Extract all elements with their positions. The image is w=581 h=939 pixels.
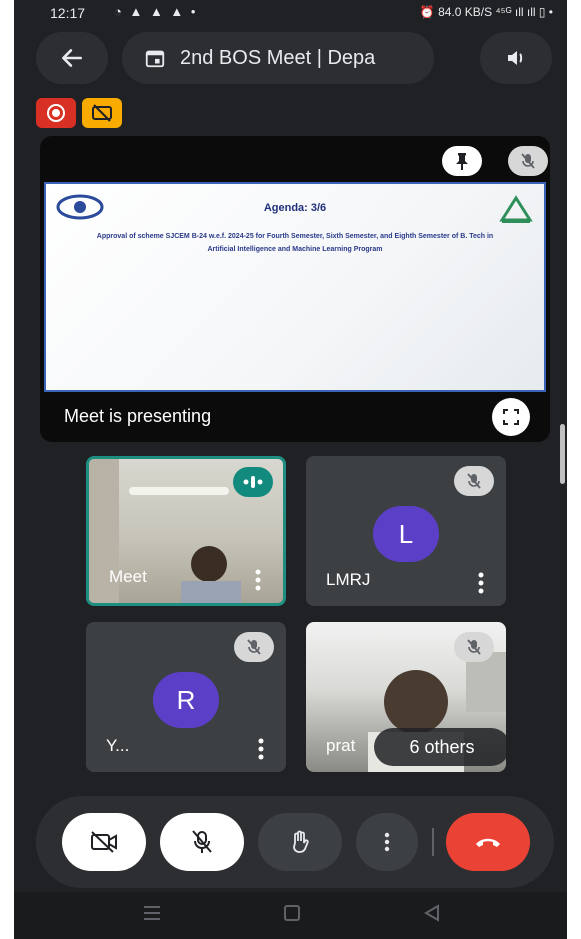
system-nav-bar: [14, 892, 567, 939]
participant-name: prat: [326, 736, 356, 755]
mic-off-icon: [521, 153, 535, 169]
mic-off-icon: [467, 639, 481, 655]
back-button[interactable]: [36, 32, 108, 84]
raise-hand-icon: [293, 830, 309, 853]
call-controls: [36, 796, 554, 888]
avatar: L: [373, 506, 439, 562]
end-call-button[interactable]: [446, 813, 530, 871]
meeting-title: 2nd BOS Meet | Depa: [180, 46, 376, 69]
participant-tile[interactable]: L LMRJ: [306, 456, 506, 606]
notification-icons: ◔ ▲ ▲ ▲ •: [114, 4, 198, 19]
fullscreen-icon: [503, 409, 519, 425]
audio-output-button[interactable]: [480, 32, 552, 84]
camera-off-icon: [91, 831, 117, 853]
more-vert-icon[interactable]: [255, 569, 261, 591]
mic-off-icon: [247, 639, 261, 655]
home-icon[interactable]: [282, 904, 302, 922]
slide-body: Approval of scheme SJCEM B-24 w.e.f. 202…: [96, 233, 494, 253]
record-icon: [47, 103, 65, 122]
raise-hand-button[interactable]: [258, 813, 342, 871]
speaker-icon: [508, 51, 523, 65]
more-vert-icon[interactable]: [258, 738, 264, 760]
presenter-muted-indicator: [508, 146, 548, 176]
end-call-icon: [476, 838, 500, 847]
meeting-title-pill[interactable]: 2nd BOS Meet | Depa: [122, 32, 434, 84]
top-bar: 2nd BOS Meet | Depa: [14, 32, 567, 84]
status-time: 12:17: [50, 5, 86, 21]
phone-screen: 12:17 ◔ ▲ ▲ ▲ • ⏰ 84.0 KB/S ⁴⁵ᴳ ıll ıll …: [14, 0, 567, 939]
pin-icon: [456, 153, 468, 170]
participant-tile[interactable]: Meet: [86, 456, 286, 606]
camera-toggle-button[interactable]: [62, 813, 146, 871]
calendar-icon: [145, 50, 165, 68]
meeting-indicators: [36, 98, 128, 128]
muted-indicator: [454, 466, 494, 496]
fullscreen-button[interactable]: [492, 398, 530, 436]
others-chip[interactable]: 6 others: [374, 728, 510, 766]
more-options-button[interactable]: [356, 813, 418, 871]
participant-name: Y...: [106, 736, 130, 755]
speaking-indicator: [233, 467, 273, 497]
controls-divider: [432, 828, 434, 856]
participant-name: LMRJ: [326, 570, 371, 589]
participant-tile[interactable]: R Y...: [86, 622, 286, 772]
back-nav-icon[interactable]: [422, 904, 442, 922]
mic-toggle-button[interactable]: [160, 813, 244, 871]
muted-indicator: [454, 632, 494, 662]
mic-off-icon: [192, 830, 212, 853]
presentation-tile[interactable]: Agenda: 3/6 Approval of scheme SJCEM B-2…: [40, 136, 550, 442]
status-bar: 12:17 ◔ ▲ ▲ ▲ • ⏰ 84.0 KB/S ⁴⁵ᴳ ıll ıll …: [14, 0, 567, 28]
mic-off-icon: [467, 473, 481, 489]
muted-indicator: [234, 632, 274, 662]
scrollbar-thumb[interactable]: [560, 424, 565, 484]
arrow-left-icon: [62, 49, 82, 67]
slide-title: Agenda: 3/6: [263, 202, 327, 214]
avatar: R: [153, 672, 219, 728]
more-vert-icon[interactable]: [478, 572, 484, 594]
participant-name: Meet: [109, 567, 147, 586]
shared-slide: Agenda: 3/6 Approval of scheme SJCEM B-2…: [44, 182, 546, 392]
recents-icon[interactable]: [142, 904, 162, 922]
recording-badge: [36, 98, 76, 128]
audio-level-icon: [243, 476, 263, 488]
pin-button[interactable]: [442, 146, 482, 176]
presenting-label: Meet is presenting: [64, 406, 212, 426]
captions-badge: [82, 98, 122, 128]
captions-off-icon: [92, 104, 112, 122]
more-vert-icon: [384, 832, 390, 852]
system-icons: ⏰ 84.0 KB/S ⁴⁵ᴳ ıll ıll ▯ •: [419, 5, 553, 19]
